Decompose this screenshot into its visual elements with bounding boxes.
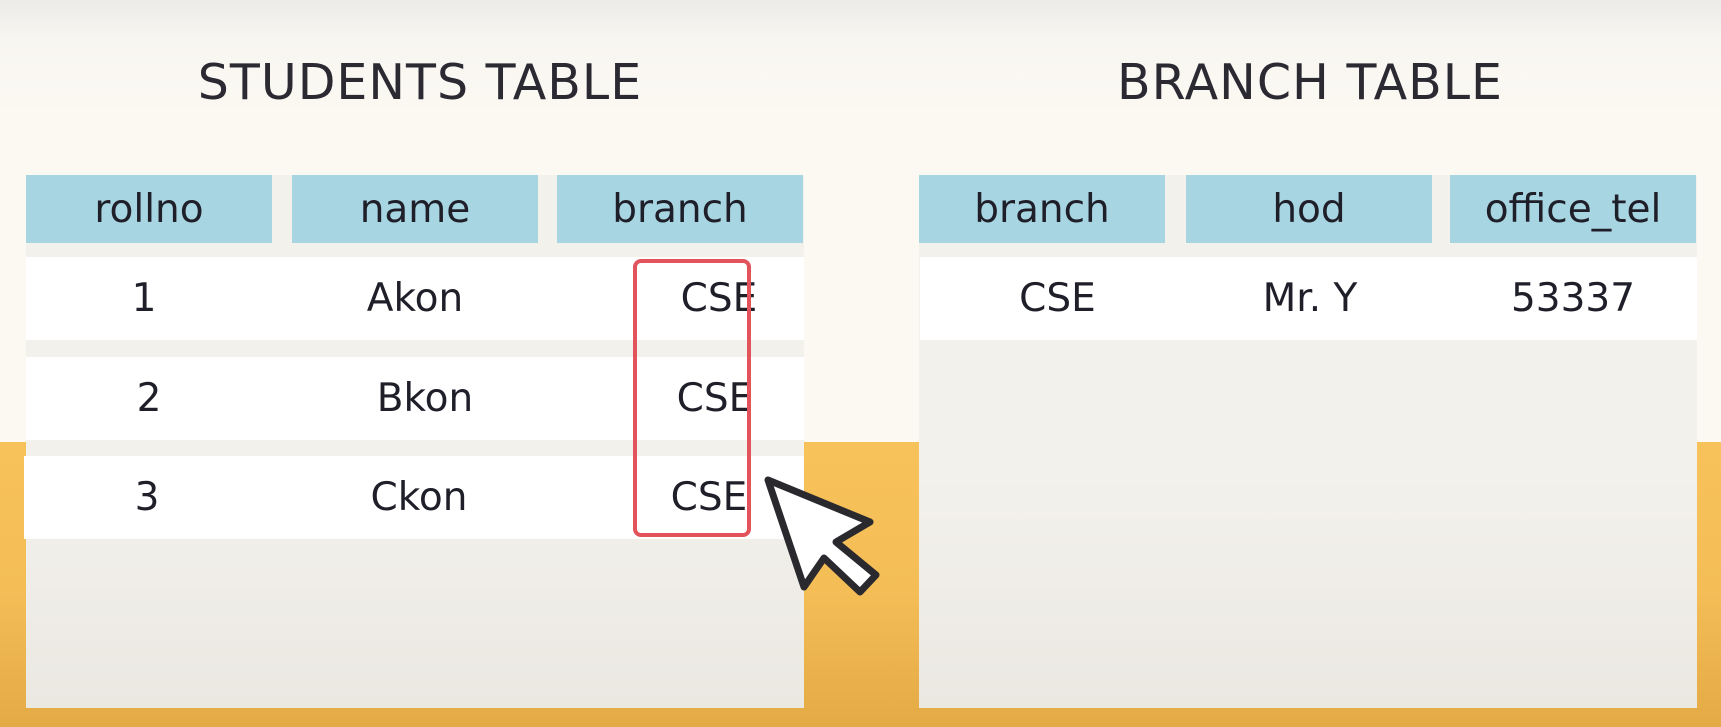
students-header-rollno: rollno <box>26 175 272 243</box>
students-cell-rollno: 1 <box>131 276 157 321</box>
branch-row: CSE Mr. Y 53337 <box>920 257 1697 340</box>
students-table-title: STUDENTS TABLE <box>197 54 643 111</box>
branch-header-branch: branch <box>919 175 1165 243</box>
branch-table-panel <box>919 175 1697 708</box>
students-cell-rollno: 3 <box>134 475 160 520</box>
branch-cell-hod: Mr. Y <box>1262 276 1358 321</box>
mouse-pointer-icon <box>758 472 888 602</box>
branch-table-title: BRANCH TABLE <box>1116 54 1503 111</box>
branch-column-highlight <box>633 259 751 537</box>
students-cell-rollno: 2 <box>136 376 162 421</box>
students-cell-name: Ckon <box>370 475 468 520</box>
students-cell-name: Bkon <box>376 376 474 421</box>
students-cell-name: Akon <box>366 276 464 321</box>
branch-header-office-tel: office_tel <box>1450 175 1696 243</box>
branch-header-hod: hod <box>1186 175 1432 243</box>
students-header-name: name <box>292 175 538 243</box>
students-header-branch: branch <box>557 175 803 243</box>
branch-cell-office-tel: 53337 <box>1510 276 1636 321</box>
branch-cell-branch: CSE <box>1019 276 1096 321</box>
